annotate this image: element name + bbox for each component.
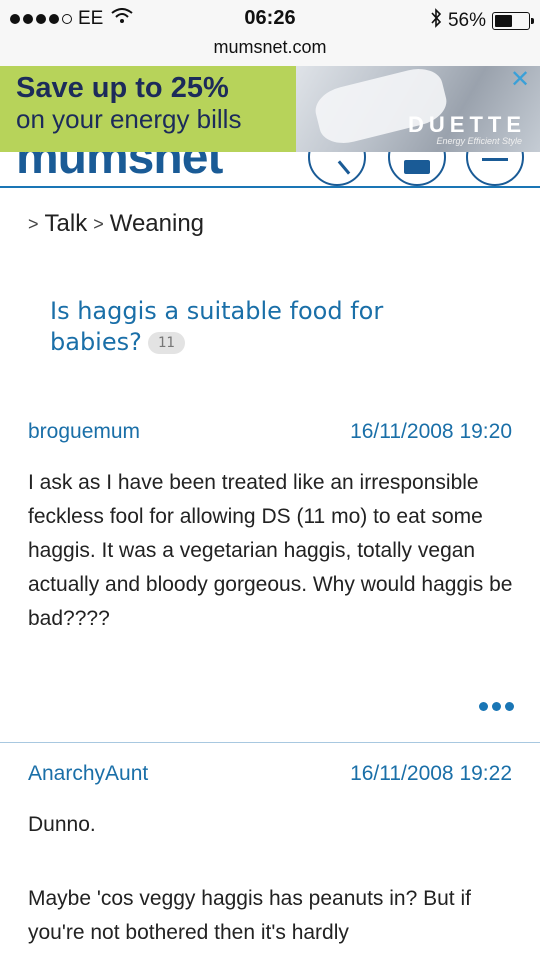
ad-close-icon[interactable]: ✕ <box>508 68 532 92</box>
battery-percent: 56% <box>447 10 486 31</box>
site-header: mumsnet <box>0 152 540 188</box>
status-bar: EE 06:26 56% <box>0 0 540 36</box>
ad-banner[interactable]: Save up to 25% on your energy bills DUET… <box>0 66 540 152</box>
url-bar[interactable]: mumsnet.com <box>0 36 540 66</box>
ad-title: Save up to 25% <box>16 72 229 104</box>
ad-text-panel[interactable]: Save up to 25% on your energy bills <box>0 66 296 152</box>
breadcrumb-talk[interactable]: Talk <box>45 210 88 238</box>
post-divider <box>0 742 540 743</box>
menu-icon[interactable] <box>466 152 524 186</box>
ad-image[interactable]: DUETTE Energy Efficient Style <box>296 66 540 152</box>
bluetooth-icon <box>430 8 442 34</box>
search-icon[interactable] <box>308 152 366 186</box>
inbox-icon[interactable] <box>388 152 446 186</box>
battery-status: 56% <box>430 8 534 34</box>
post-author[interactable]: AnarchyAunt <box>28 762 148 786</box>
site-logo[interactable]: mumsnet <box>16 152 223 185</box>
breadcrumb-weaning[interactable]: Weaning <box>110 210 204 238</box>
reply-count-badge: 11 <box>147 332 185 354</box>
post-meta: broguemum 16/11/2008 19:20 <box>28 420 512 444</box>
breadcrumb-separator: > <box>93 213 104 234</box>
breadcrumb-separator: > <box>28 213 39 234</box>
thread-title-text[interactable]: Is haggis a suitable food for babies? <box>50 297 383 356</box>
more-options-icon[interactable] <box>479 702 514 711</box>
breadcrumb: > Talk > Weaning <box>28 210 204 238</box>
battery-icon <box>492 12 534 30</box>
ad-brand-logo: DUETTE <box>408 112 526 137</box>
thread-title: Is haggis a suitable food for babies? 11 <box>50 296 470 358</box>
post-body: Maybe 'cos veggy haggis has peanuts in? … <box>28 887 471 944</box>
post-author[interactable]: broguemum <box>28 420 140 444</box>
post-date: 16/11/2008 19:20 <box>350 420 512 443</box>
post-date: 16/11/2008 19:22 <box>350 762 512 785</box>
ad-subtitle: on your energy bills <box>16 104 242 134</box>
post-body-line: Dunno. <box>28 813 96 836</box>
post-body: I ask as I have been treated like an irr… <box>28 471 513 630</box>
post-meta: AnarchyAunt 16/11/2008 19:22 <box>28 762 512 786</box>
ad-tagline: Energy Efficient Style <box>436 136 522 146</box>
